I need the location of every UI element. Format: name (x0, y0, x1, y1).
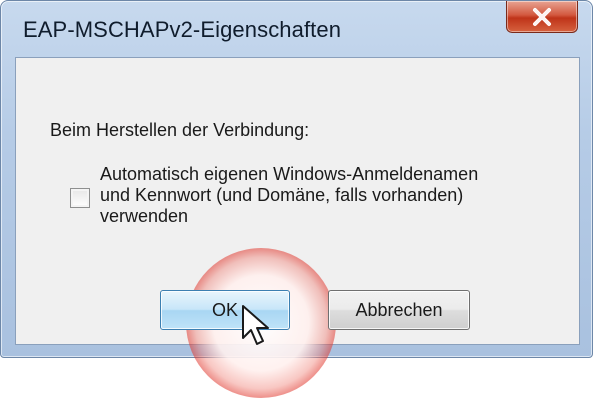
cancel-button[interactable]: Abbrechen (328, 290, 470, 330)
dialog-client-area: Beim Herstellen der Verbindung: Automati… (15, 57, 580, 398)
dialog-window: EAP-MSCHAPv2-Eigenschaften Beim Herstell… (0, 0, 593, 398)
ok-button[interactable]: OK (160, 290, 290, 330)
window-title: EAP-MSCHAPv2-Eigenschaften (23, 17, 342, 42)
checkbox-label-line: und Kennwort (und Domäne, falls vorhande… (100, 185, 464, 205)
auto-credentials-label[interactable]: Automatisch eigenen Windows-Anmeldenamen… (100, 164, 570, 227)
checkbox-label-line: Automatisch eigenen Windows-Anmeldenamen (100, 164, 479, 184)
connection-group-label: Beim Herstellen der Verbindung: (50, 120, 310, 140)
checkbox-label-line: verwenden (100, 206, 189, 226)
title-bar[interactable]: EAP-MSCHAPv2-Eigenschaften (1, 1, 592, 57)
close-button[interactable] (506, 1, 578, 33)
close-icon (533, 7, 551, 26)
auto-credentials-checkbox[interactable] (70, 188, 90, 208)
